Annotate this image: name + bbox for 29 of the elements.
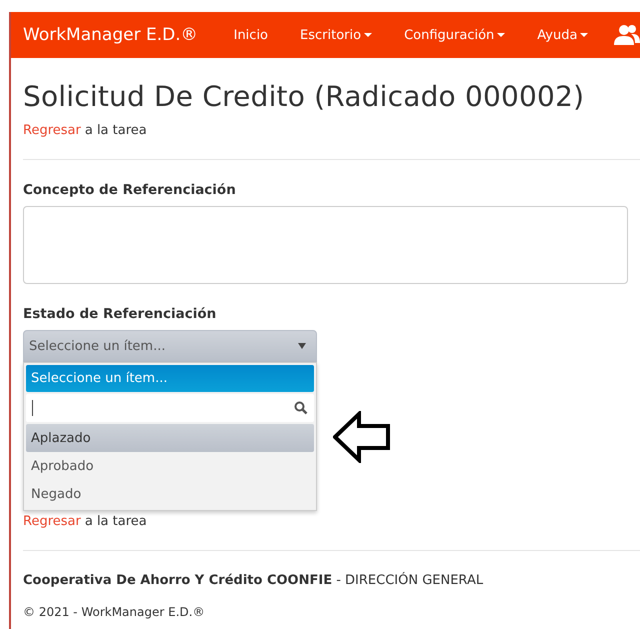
back-link[interactable]: Regresar: [23, 514, 81, 529]
dropdown-option[interactable]: Aplazado: [26, 424, 314, 452]
back-text: a la tarea: [84, 123, 147, 138]
nav-menu-item[interactable]: Inicio: [218, 28, 284, 42]
state-select[interactable]: Seleccione un ítem...: [23, 330, 317, 362]
caret-icon: [580, 33, 588, 37]
copyright-text: © 2021 - WorkManager E.D.®: [23, 605, 206, 619]
search-icon: [294, 401, 308, 415]
dropdown-option[interactable]: Negado: [26, 480, 314, 508]
page-title: Solicitud De Credito (Radicado 000002): [23, 80, 586, 113]
dropdown-arrow-icon: [298, 343, 306, 349]
nav-menu-item[interactable]: Escritorio: [284, 28, 388, 42]
back-text: a la tarea: [84, 514, 147, 529]
users-icon[interactable]: [614, 23, 640, 47]
back-link[interactable]: Regresar: [23, 123, 81, 138]
nav-menu-item[interactable]: Configuración: [388, 28, 522, 42]
dropdown-option[interactable]: Aprobado: [26, 452, 314, 480]
nav-menu-item[interactable]: Ayuda: [521, 28, 604, 42]
arrow-icon: [333, 411, 391, 463]
caret-icon: [364, 33, 372, 37]
field-label: Estado de Referenciación: [23, 306, 218, 322]
dropdown-header[interactable]: Seleccione un ítem...: [26, 365, 314, 392]
text-cursor-icon: [32, 400, 33, 416]
search-field[interactable]: [26, 394, 314, 422]
caret-icon: [497, 33, 506, 37]
field-label: Concepto de Referenciación: [23, 182, 237, 198]
brand-name[interactable]: WorkManager E.D.®: [23, 25, 198, 45]
concept-textarea[interactable]: [23, 206, 628, 284]
footer-organization: Cooperativa De Ahorro Y Crédito COONFIE - DIRECCIÓN GENERAL: [23, 573, 484, 588]
